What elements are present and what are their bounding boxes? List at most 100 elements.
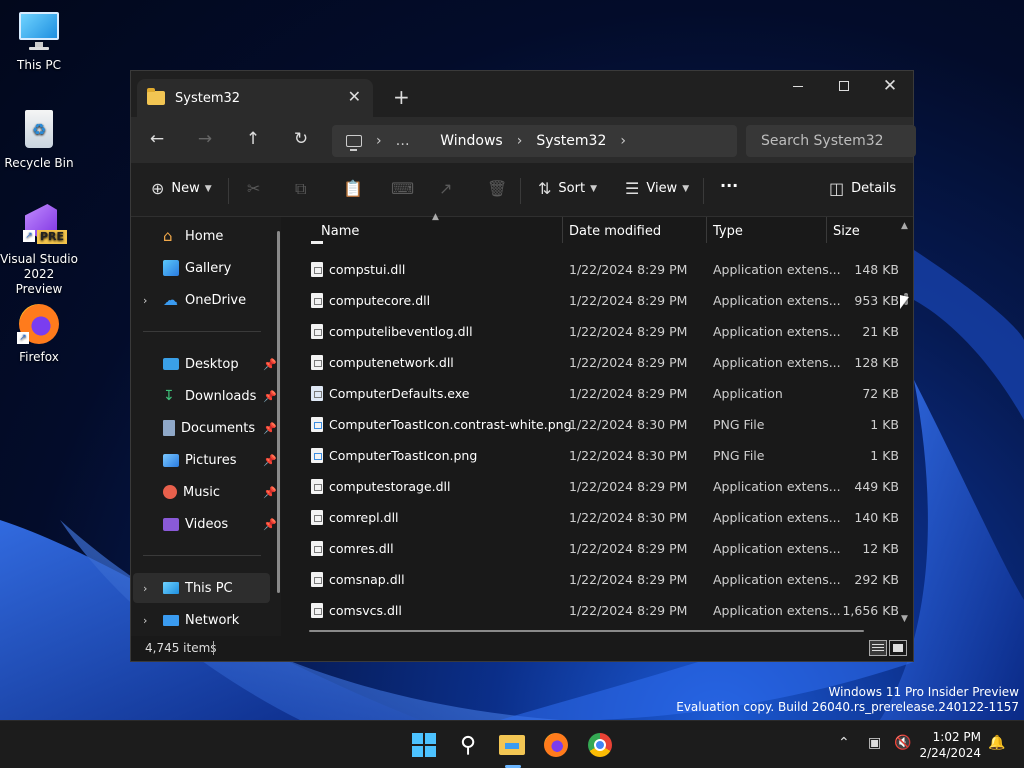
breadcrumb-more[interactable]: …: [396, 133, 411, 149]
column-header-date[interactable]: Date modified: [569, 224, 661, 239]
horizontal-scrollbar[interactable]: [309, 630, 864, 632]
pin-icon[interactable]: 📌: [263, 422, 277, 435]
chevron-right-icon[interactable]: ›: [517, 133, 523, 149]
nav-item-music[interactable]: Music 📌: [141, 477, 281, 507]
watermark-line: Windows 11 Pro Insider Preview: [828, 685, 1019, 699]
breadcrumb-windows[interactable]: Windows: [440, 133, 503, 149]
delete-button[interactable]: 🗑: [487, 179, 514, 198]
nav-item-videos[interactable]: Videos 📌: [141, 509, 281, 539]
table-row[interactable]: comres.dll 1/22/2024 8:29 PM Application e…: [289, 533, 899, 564]
table-row[interactable]: computestorage.dll 1/22/2024 8:29 PM Appli…: [289, 471, 899, 502]
tab-title: System32: [175, 90, 241, 106]
rename-button[interactable]: ⌨: [391, 179, 421, 198]
nav-item-network[interactable]: › Network: [133, 605, 273, 635]
chevron-right-icon[interactable]: ›: [143, 614, 147, 627]
taskbar-file-explorer[interactable]: [496, 729, 528, 761]
pin-icon[interactable]: 📌: [263, 518, 277, 531]
column-header-name[interactable]: Name: [321, 224, 359, 239]
pin-icon[interactable]: 📌: [263, 454, 277, 467]
nav-item-onedrive[interactable]: › ☁ OneDrive: [141, 285, 281, 315]
search-input[interactable]: Search System32: [746, 125, 916, 157]
sort-button[interactable]: ⇅ Sort ▼: [538, 179, 597, 198]
table-row[interactable]: ComputerToastIcon.contrast-white.png 1/22…: [289, 409, 899, 440]
desktop-icon-label: This PC: [17, 58, 61, 72]
vertical-scrollbar[interactable]: ▲ ▼: [901, 217, 911, 624]
table-row[interactable]: ComputerToastIcon.png 1/22/2024 8:30 PM PN…: [289, 440, 899, 471]
chevron-right-icon[interactable]: ›: [143, 582, 147, 595]
breadcrumb-system32[interactable]: System32: [536, 133, 606, 149]
nav-item-this-pc[interactable]: › This PC: [133, 573, 270, 603]
column-header-type[interactable]: Type: [713, 224, 743, 239]
table-row[interactable]: comrepl.dll 1/22/2024 8:30 PM Application …: [289, 502, 899, 533]
refresh-icon[interactable]: ↻: [289, 129, 313, 149]
desktop-icon-firefox[interactable]: ↗ Firefox: [0, 302, 78, 365]
navigation-pane: ⌂ Home Gallery › ☁ OneDrive Desktop 📌 ↧ …: [131, 217, 281, 638]
pictures-icon: [163, 453, 179, 467]
forward-arrow-icon[interactable]: →: [193, 129, 217, 149]
details-view-icon[interactable]: [869, 640, 887, 656]
new-button[interactable]: ⊕ New ▼: [151, 179, 212, 198]
network-icon: [163, 614, 179, 626]
cut-button[interactable]: ✂: [247, 179, 267, 198]
share-button[interactable]: ↗: [439, 179, 459, 198]
new-tab-button[interactable]: +: [393, 85, 410, 109]
table-row[interactable]: compstui.dll 1/22/2024 8:29 PM Application…: [289, 254, 899, 285]
desktop-icon-visual-studio[interactable]: PRE ↗ Visual Studio 2022 Preview: [0, 204, 78, 297]
desktop-icon-this-pc[interactable]: This PC: [0, 10, 78, 73]
nav-item-downloads[interactable]: ↧ Downloads 📌: [141, 381, 281, 411]
table-row[interactable]: computecore.dll 1/22/2024 8:29 PM Applicat…: [289, 285, 899, 316]
details-pane-button[interactable]: ◫ Details: [829, 179, 896, 198]
view-button[interactable]: ☰ View ▼: [625, 179, 689, 198]
nav-item-home[interactable]: ⌂ Home: [141, 221, 281, 251]
chevron-right-icon[interactable]: ›: [143, 294, 147, 307]
scroll-up-icon[interactable]: ▲: [901, 221, 908, 231]
table-row[interactable]: computenetwork.dll 1/22/2024 8:29 PM Appli…: [289, 347, 899, 378]
chevron-right-icon[interactable]: ›: [376, 133, 382, 149]
nav-item-gallery[interactable]: Gallery: [141, 253, 281, 283]
pin-icon[interactable]: 📌: [263, 486, 277, 499]
up-arrow-icon[interactable]: ↑: [241, 129, 265, 149]
minimize-button[interactable]: [775, 71, 821, 101]
back-arrow-icon[interactable]: ←: [145, 129, 169, 149]
more-label: ···: [720, 176, 739, 195]
start-button[interactable]: [408, 729, 440, 761]
paste-button[interactable]: 📋: [343, 179, 370, 198]
chevron-right-icon[interactable]: ›: [620, 133, 626, 149]
nav-scrollbar[interactable]: [277, 231, 280, 593]
network-status-icon[interactable]: ▣: [868, 735, 881, 751]
nav-item-documents[interactable]: Documents 📌: [141, 413, 281, 443]
pin-icon[interactable]: 📌: [263, 358, 277, 371]
tab-system32[interactable]: System32 ✕: [137, 79, 373, 117]
file-size: 128 KB: [854, 355, 899, 370]
search-button[interactable]: ⚲: [452, 729, 484, 761]
table-row[interactable]: comsvcs.dll 1/22/2024 8:29 PM Application …: [289, 595, 899, 626]
copy-button[interactable]: ⧉: [295, 179, 313, 199]
scroll-down-icon[interactable]: ▼: [901, 614, 908, 624]
maximize-button[interactable]: [821, 71, 867, 101]
nav-item-desktop[interactable]: Desktop 📌: [141, 349, 281, 379]
tiles-view-icon[interactable]: [889, 640, 907, 656]
volume-muted-icon[interactable]: 🔇: [894, 735, 911, 751]
file-size: 72 KB: [862, 386, 899, 401]
table-row[interactable]: comsnap.dll 1/22/2024 8:29 PM Application …: [289, 564, 899, 595]
notification-bell-icon[interactable]: 🔔: [988, 735, 1005, 751]
file-size: 12 KB: [862, 541, 899, 556]
dll-file-icon: [311, 541, 323, 556]
clock[interactable]: 1:02 PM 2/24/2024: [919, 729, 981, 761]
file-size: 449 KB: [854, 479, 899, 494]
pin-icon[interactable]: 📌: [263, 390, 277, 403]
close-tab-icon[interactable]: ✕: [348, 87, 361, 106]
table-row[interactable]: computelibeventlog.dll 1/22/2024 8:29 PM A…: [289, 316, 899, 347]
desktop-icon-recycle-bin[interactable]: ♻ Recycle Bin: [0, 108, 78, 171]
taskbar-firefox[interactable]: [540, 729, 572, 761]
more-options-button[interactable]: ···: [720, 176, 738, 195]
column-header-size[interactable]: Size: [833, 224, 860, 239]
address-bar[interactable]: › … › Windows › System32 ›: [332, 125, 737, 157]
nav-item-pictures[interactable]: Pictures 📌: [141, 445, 281, 475]
nav-label: Desktop: [185, 356, 239, 372]
close-window-button[interactable]: ✕: [867, 71, 913, 101]
taskbar-chrome[interactable]: [584, 729, 616, 761]
chevron-up-icon[interactable]: ⌃: [838, 735, 850, 751]
home-icon: ⌂: [163, 227, 173, 245]
table-row[interactable]: ComputerDefaults.exe 1/22/2024 8:29 PM App…: [289, 378, 899, 409]
